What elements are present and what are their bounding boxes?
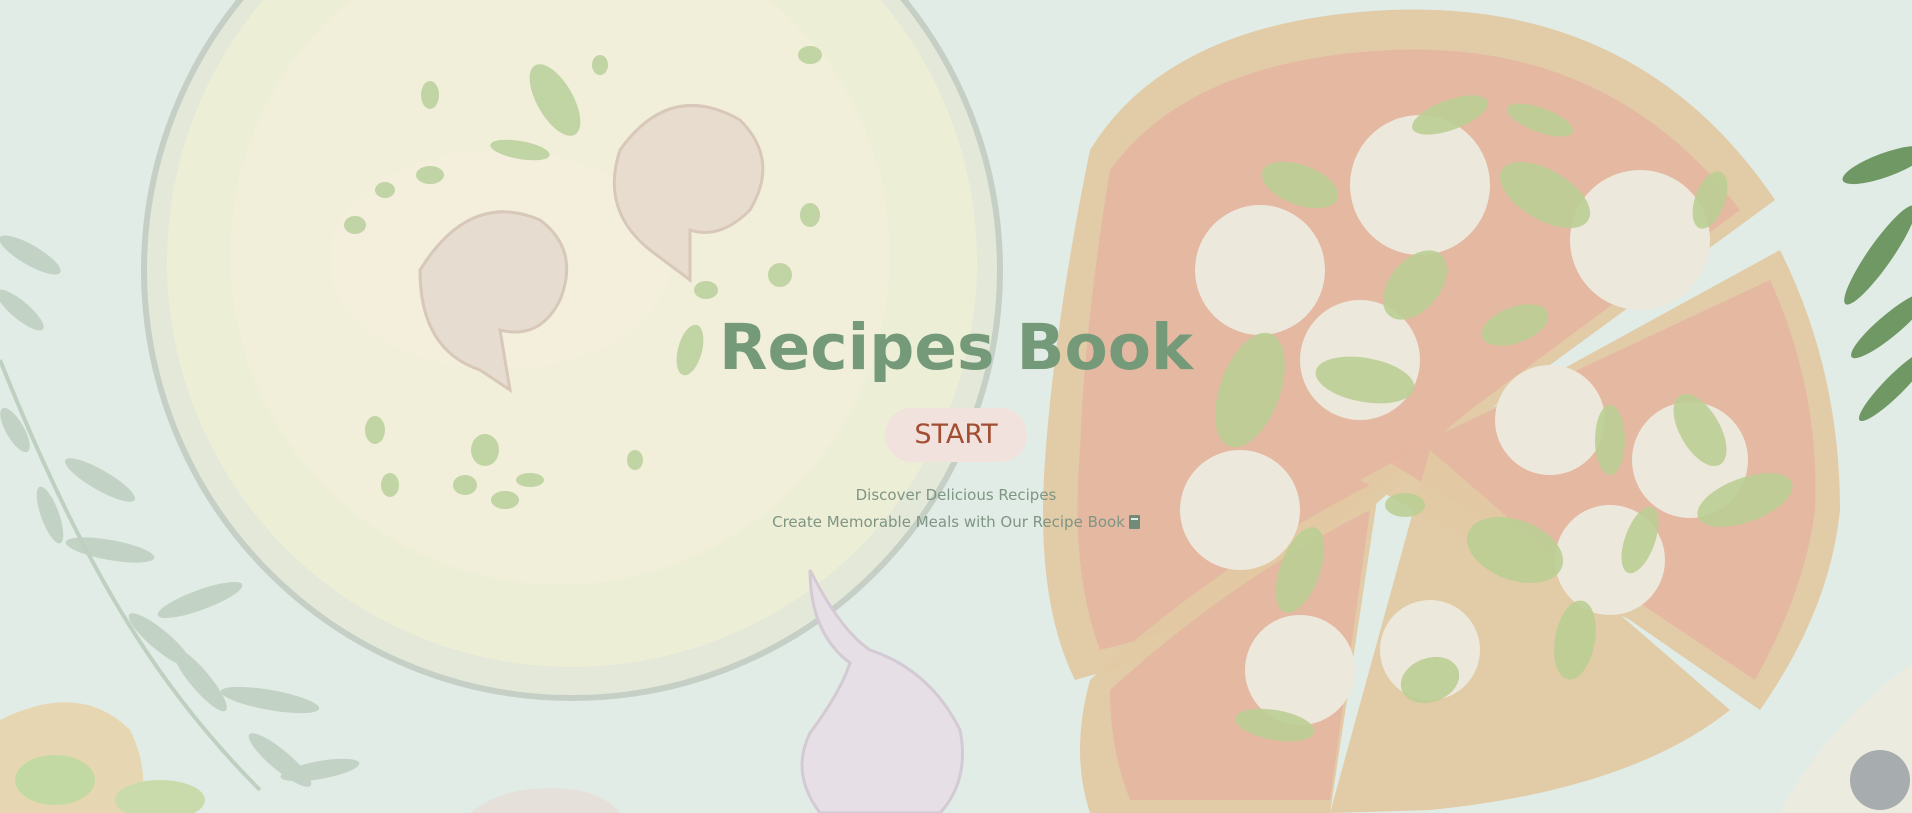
tagline-create: Create Memorable Meals with Our Recipe B… — [0, 513, 1912, 531]
start-button[interactable]: START — [885, 408, 1027, 462]
book-icon — [1128, 515, 1140, 529]
hero-section: Recipes Book START Discover Delicious Re… — [0, 0, 1912, 813]
page-title: Recipes Book — [719, 311, 1193, 384]
tagline-create-text: Create Memorable Meals with Our Recipe B… — [772, 513, 1125, 531]
tagline-discover: Discover Delicious Recipes — [855, 486, 1057, 504]
